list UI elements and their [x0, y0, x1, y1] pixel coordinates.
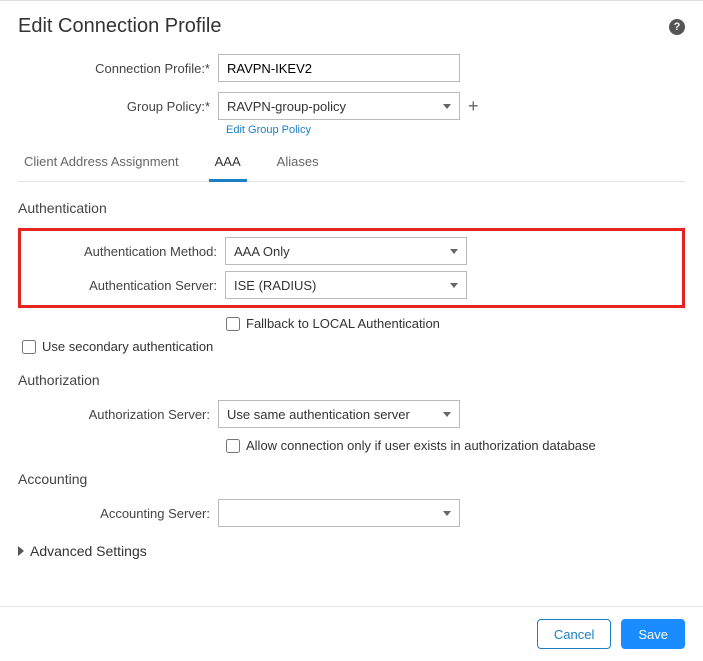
authorization-server-dropdown[interactable]: Use same authentication server [218, 400, 460, 428]
auth-server-label: Authentication Server: [25, 278, 225, 293]
secondary-auth-checkbox[interactable] [22, 340, 36, 354]
help-icon[interactable]: ? [669, 19, 685, 35]
secondary-auth-row: Use secondary authentication [22, 339, 685, 354]
accounting-server-dropdown[interactable] [218, 499, 460, 527]
chevron-down-icon [443, 104, 451, 109]
auth-method-label: Authentication Method: [25, 244, 225, 259]
auth-method-value: AAA Only [234, 244, 290, 259]
accounting-section-title: Accounting [18, 471, 685, 487]
allow-connection-label: Allow connection only if user exists in … [246, 438, 596, 453]
cancel-button[interactable]: Cancel [537, 619, 611, 649]
dialog-title: Edit Connection Profile [18, 15, 221, 38]
authentication-highlight-box: Authentication Method: AAA Only Authenti… [18, 228, 685, 308]
authentication-section-title: Authentication [18, 200, 685, 216]
allow-connection-row: Allow connection only if user exists in … [226, 438, 685, 453]
auth-server-value: ISE (RADIUS) [234, 278, 316, 293]
group-policy-label: Group Policy:* [18, 99, 218, 114]
advanced-settings-toggle[interactable]: Advanced Settings [18, 543, 685, 559]
fallback-local-label: Fallback to LOCAL Authentication [246, 316, 440, 331]
edit-connection-profile-dialog: Edit Connection Profile ? Connection Pro… [0, 0, 703, 661]
fallback-local-checkbox[interactable] [226, 317, 240, 331]
tab-client-address-assignment[interactable]: Client Address Assignment [18, 146, 185, 181]
authorization-server-label: Authorization Server: [18, 407, 218, 422]
dialog-footer: Cancel Save [0, 606, 703, 661]
authorization-server-value: Use same authentication server [227, 407, 410, 422]
edit-group-policy-link[interactable]: Edit Group Policy [226, 124, 685, 136]
group-policy-dropdown[interactable]: RAVPN-group-policy [218, 92, 460, 120]
group-policy-value: RAVPN-group-policy [227, 99, 346, 114]
tab-aaa[interactable]: AAA [209, 146, 247, 182]
auth-server-dropdown[interactable]: ISE (RADIUS) [225, 271, 467, 299]
accounting-server-label: Accounting Server: [18, 506, 218, 521]
allow-connection-checkbox[interactable] [226, 439, 240, 453]
chevron-down-icon [443, 511, 451, 516]
add-group-policy-icon[interactable]: + [468, 97, 479, 115]
dialog-header: Edit Connection Profile ? [0, 1, 703, 46]
connection-profile-row: Connection Profile:* [18, 54, 685, 82]
chevron-down-icon [450, 249, 458, 254]
fallback-local-row: Fallback to LOCAL Authentication [226, 316, 685, 331]
expand-right-icon [18, 546, 24, 556]
advanced-settings-label: Advanced Settings [30, 543, 147, 559]
save-button[interactable]: Save [621, 619, 685, 649]
secondary-auth-label: Use secondary authentication [42, 339, 213, 354]
tab-aliases[interactable]: Aliases [271, 146, 325, 181]
tabs: Client Address Assignment AAA Aliases [18, 146, 685, 182]
auth-method-dropdown[interactable]: AAA Only [225, 237, 467, 265]
authorization-section-title: Authorization [18, 372, 685, 388]
dialog-body: Connection Profile:* Group Policy:* RAVP… [0, 46, 703, 606]
chevron-down-icon [450, 283, 458, 288]
connection-profile-input[interactable] [218, 54, 460, 82]
connection-profile-label: Connection Profile:* [18, 61, 218, 76]
chevron-down-icon [443, 412, 451, 417]
group-policy-row: Group Policy:* RAVPN-group-policy + [18, 92, 685, 120]
